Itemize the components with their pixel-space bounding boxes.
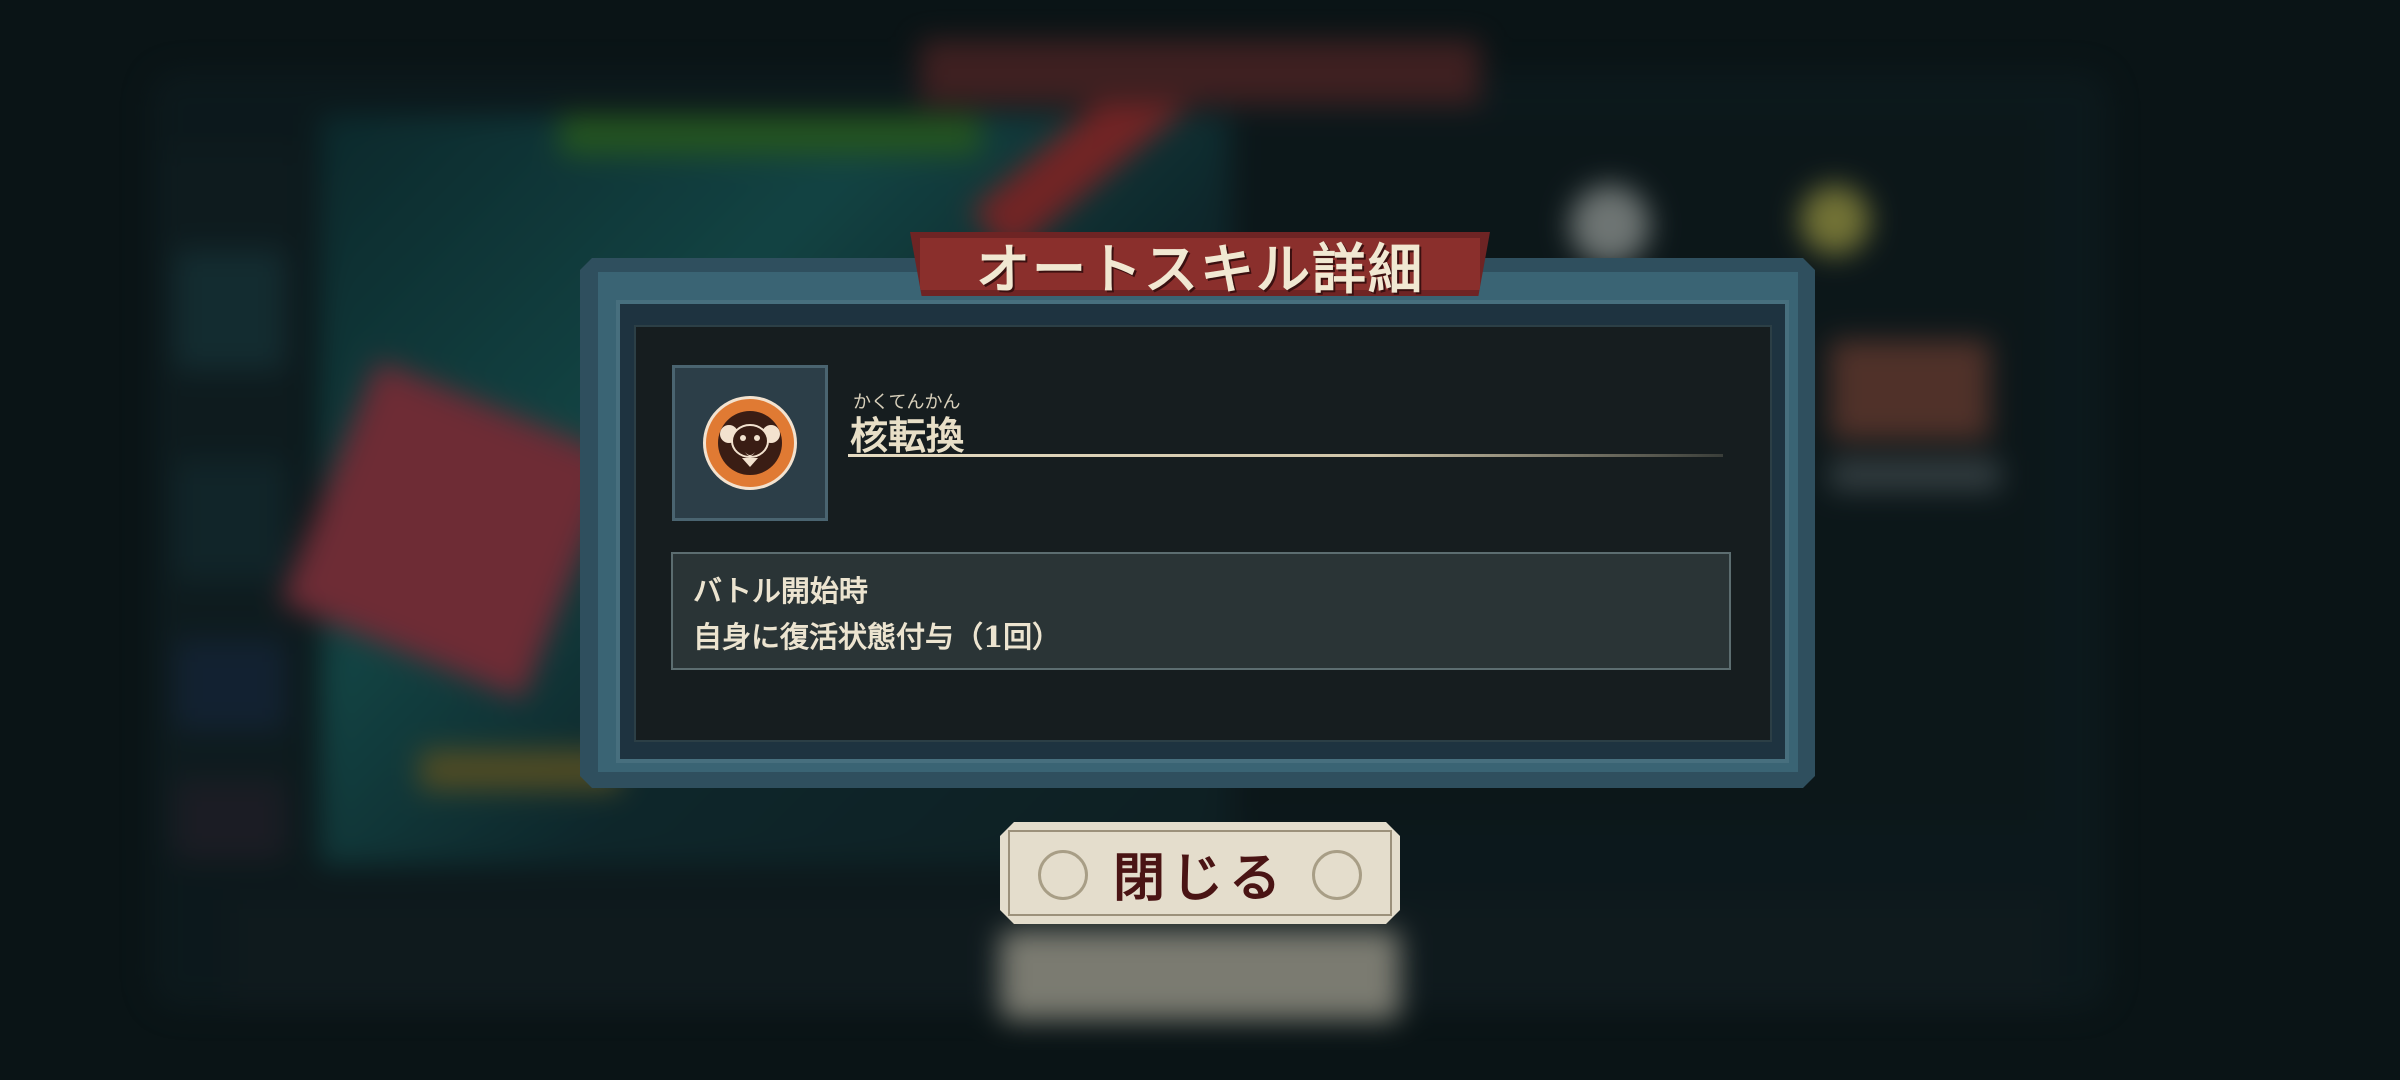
skill-name-underline	[848, 454, 1723, 457]
skill-name: 核転換	[850, 413, 965, 458]
close-button[interactable]: 閉じる	[1000, 822, 1400, 924]
close-button-label: 閉じる	[1112, 847, 1287, 909]
skill-trigger-text: バトル開始時	[693, 574, 868, 608]
dialog-title: オートスキル詳細	[976, 236, 1424, 301]
dialog-title-banner: オートスキル詳細	[910, 232, 1490, 296]
skill-icon-frame	[672, 365, 828, 521]
skill-description-box: バトル開始時 自身に復活状態付与（1回）	[671, 552, 1731, 670]
ornament-icon	[1038, 850, 1088, 900]
ornament-icon	[1312, 850, 1362, 900]
skill-effect-text: 自身に復活状態付与（1回）	[693, 620, 1062, 654]
nuclear-mask-icon	[703, 396, 797, 490]
